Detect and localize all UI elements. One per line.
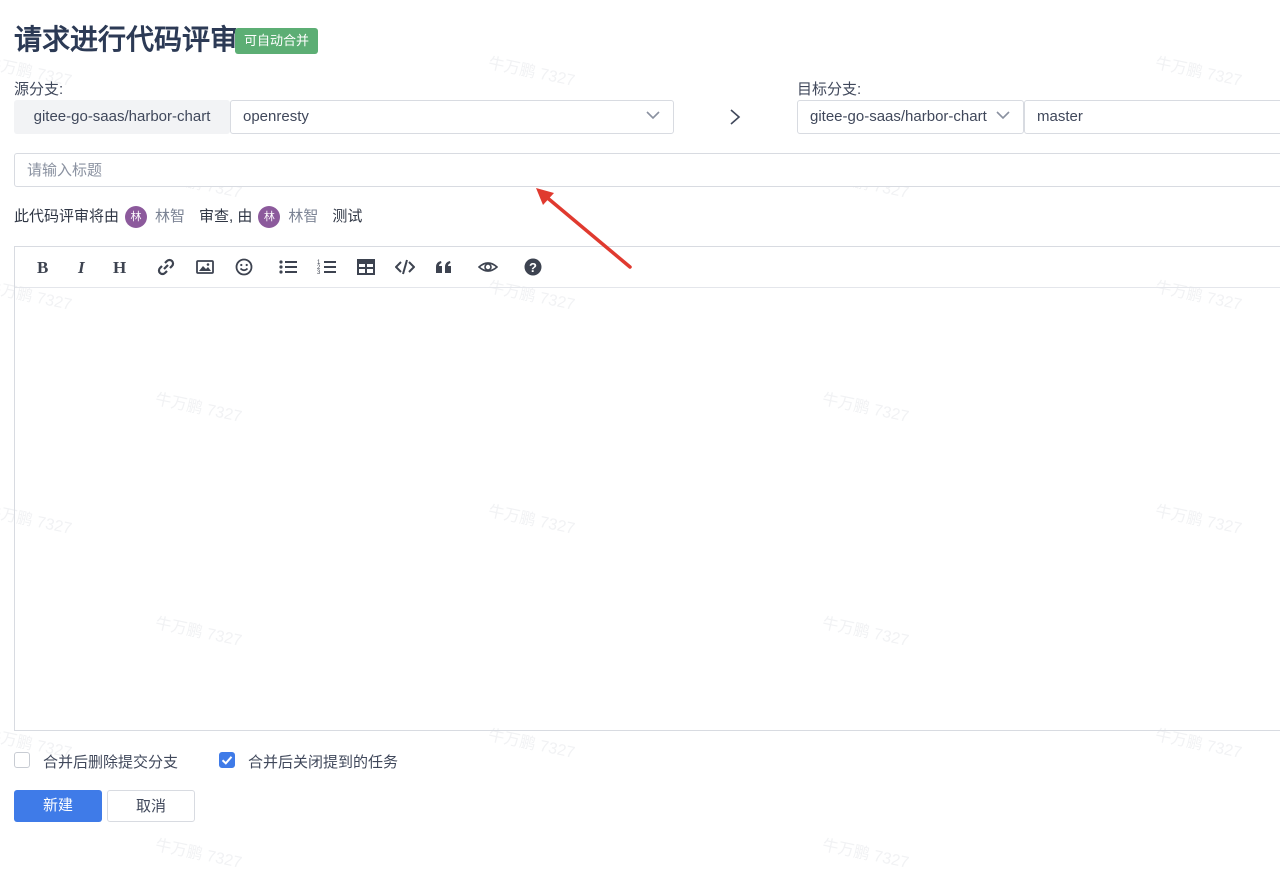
reviewer-name[interactable]: 林智 [155,205,185,229]
annotation-arrow-icon [536,188,632,269]
auto-merge-badge: 可自动合并 [235,28,319,54]
svg-text:3: 3 [317,270,321,276]
svg-text:I: I [77,258,86,277]
table-icon[interactable] [356,257,376,277]
chevron-right-icon [730,109,741,125]
quote-icon[interactable] [434,257,454,277]
link-icon[interactable] [156,257,176,277]
bullet-list-icon[interactable] [278,257,298,277]
image-icon[interactable] [195,257,215,277]
heading-icon[interactable]: H [111,257,131,277]
page-title: 请求进行代码评审 [14,24,239,55]
chevron-down-icon [996,111,1010,120]
watermark-text: 牛万鹏 7327 [820,836,911,872]
svg-text:H: H [113,258,126,277]
target-branch-value: master [1037,108,1083,125]
code-icon[interactable] [394,257,416,277]
reviewers-line: 此代码评审将由 林 林智 审查, 由 林 林智 测试 [14,205,362,229]
watermark-text: 牛万鹏 7327 [1153,54,1244,90]
target-branch-select[interactable]: master [1024,100,1280,134]
target-repo-select[interactable]: gitee-go-saas/harbor-chart [797,100,1024,134]
title-input[interactable] [14,153,1280,187]
delete-branch-checkbox[interactable] [14,752,30,768]
close-issues-label[interactable]: 合并后关闭提到的任务 [248,751,398,772]
reviewer-avatar[interactable]: 林 [125,206,148,228]
source-branch-label: 源分支: [14,81,64,98]
reviewers-prefix: 此代码评审将由 [14,208,120,225]
tester-avatar[interactable]: 林 [258,206,281,228]
delete-branch-label[interactable]: 合并后删除提交分支 [43,751,178,772]
preview-eye-icon[interactable] [477,257,499,277]
reviewers-suffix: 测试 [332,208,363,225]
bold-icon[interactable]: B [33,257,53,277]
markdown-editor[interactable]: B I H 123 ? [14,246,1280,731]
target-repo-value: gitee-go-saas/harbor-chart [810,108,987,125]
italic-icon[interactable]: I [72,257,92,277]
tester-name[interactable]: 林智 [288,205,318,229]
close-issues-checkbox[interactable] [219,752,235,768]
chevron-down-icon [646,111,660,120]
source-repo: gitee-go-saas/harbor-chart [14,100,230,134]
create-button[interactable]: 新建 [14,790,102,822]
source-branch-value: openresty [243,108,309,125]
watermark-text: 牛万鹏 7327 [486,54,577,90]
reviewers-middle: 审查, 由 [199,208,253,225]
emoji-icon[interactable] [234,257,254,277]
watermark-text: 牛万鹏 7327 [153,836,244,872]
target-branch-label: 目标分支: [797,81,862,98]
check-icon [221,756,233,765]
source-branch-select[interactable]: openresty [230,100,674,134]
cancel-button[interactable]: 取消 [107,790,195,822]
editor-toolbar: B I H 123 ? [15,247,1280,288]
numbered-list-icon[interactable]: 123 [317,257,337,277]
svg-text:B: B [37,258,48,277]
